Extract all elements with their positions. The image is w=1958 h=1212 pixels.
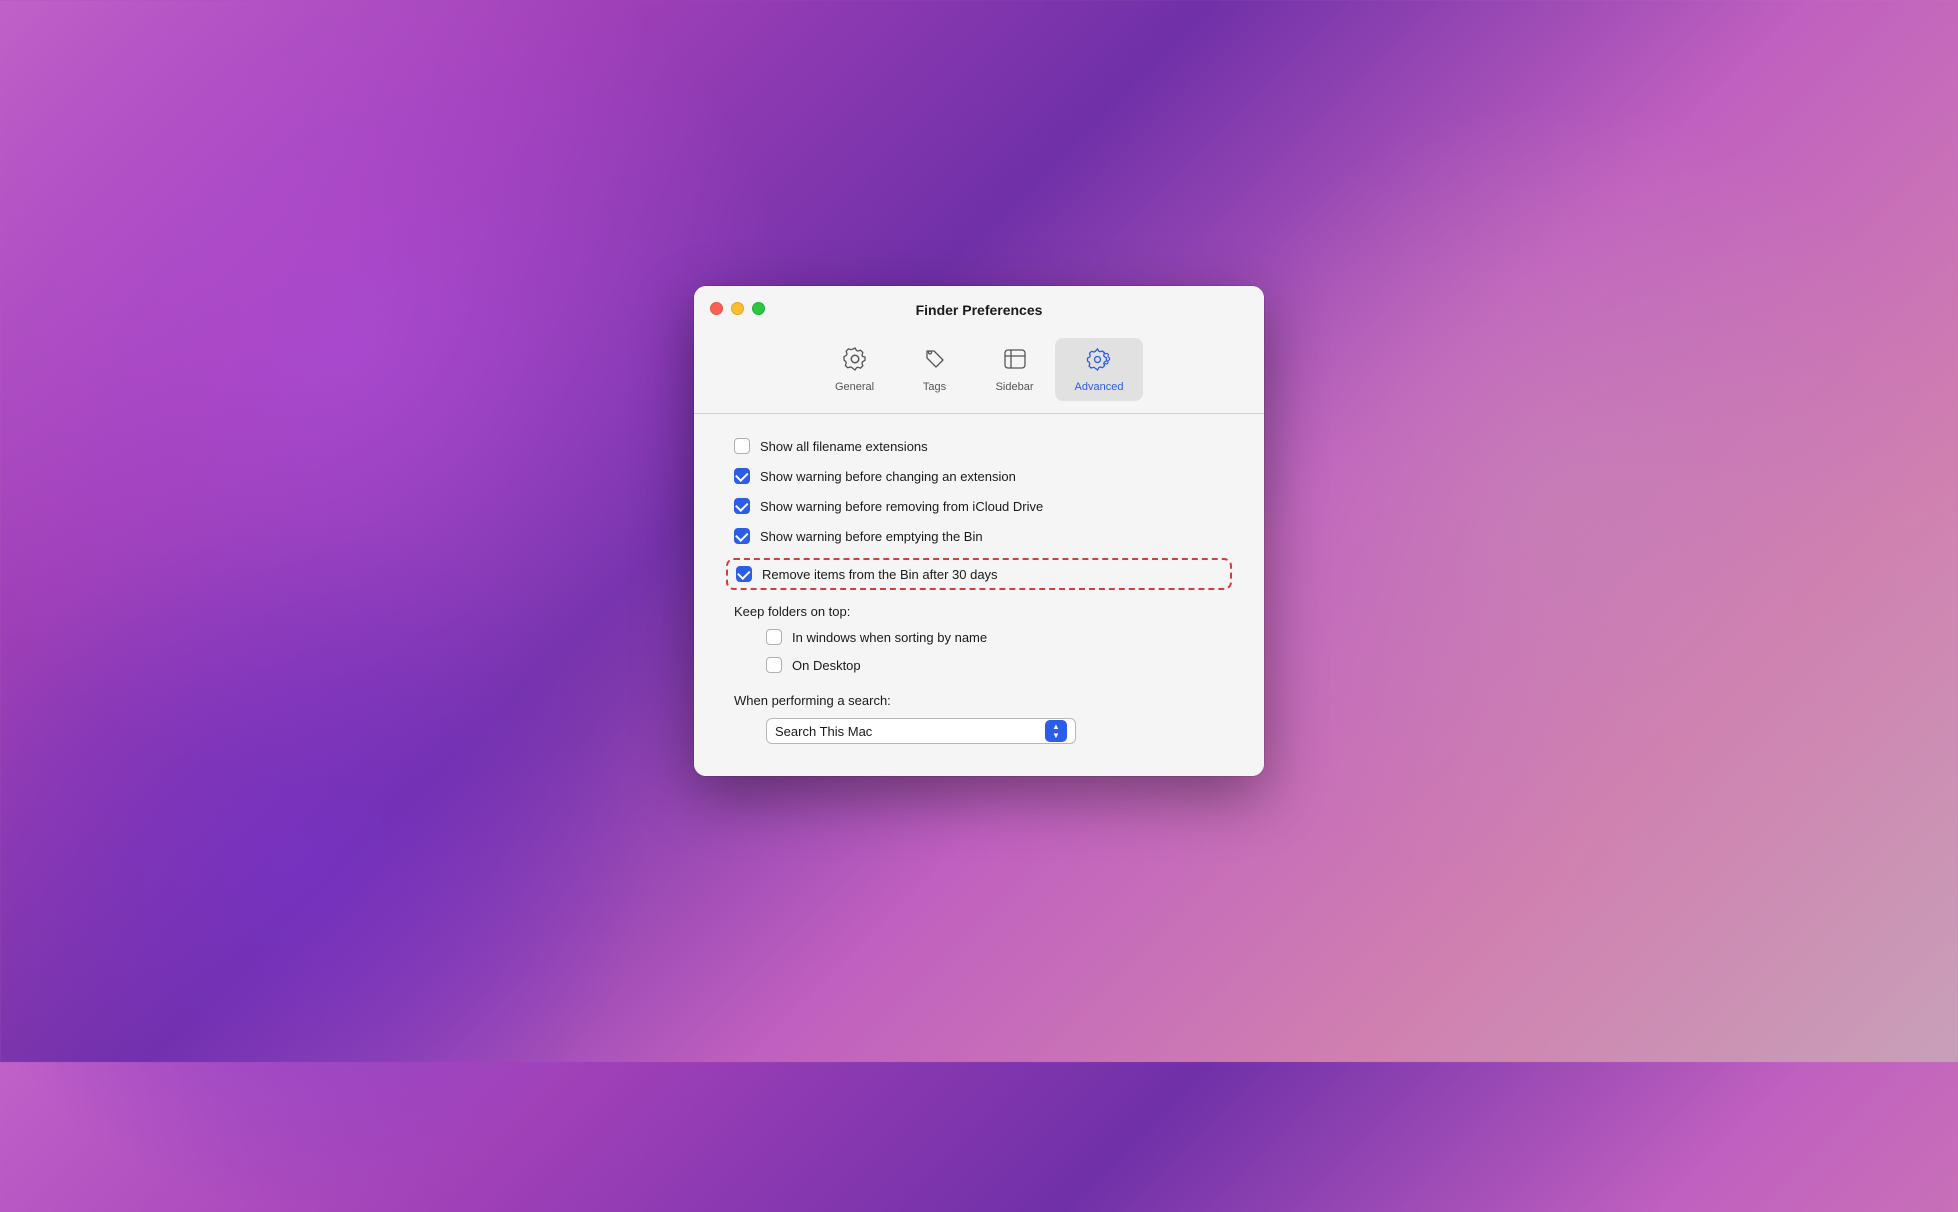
tab-tags[interactable]: Tags [895,338,975,401]
checkbox-row-warn-extension: Show warning before changing an extensio… [734,468,1224,484]
checkbox-warn-extension[interactable] [734,468,750,484]
arrow-down-icon: ▼ [1052,732,1060,740]
label-warn-extension: Show warning before changing an extensio… [760,469,1016,484]
title-bar: Finder Preferences [694,286,1264,330]
tab-tags-label: Tags [923,381,946,393]
label-show-extensions: Show all filename extensions [760,439,928,454]
keep-folders-label: Keep folders on top: [734,604,1224,619]
search-section: When performing a search: Search This Ma… [734,693,1224,744]
tab-sidebar[interactable]: Sidebar [975,338,1055,401]
sidebar-icon [1002,346,1028,377]
window-title: Finder Preferences [710,302,1248,330]
checkbox-row-warn-icloud: Show warning before removing from iCloud… [734,498,1224,514]
label-on-desktop: On Desktop [792,658,861,673]
tab-general-label: General [835,381,874,393]
tab-advanced[interactable]: Advanced [1055,338,1144,401]
traffic-lights [710,302,765,315]
checkbox-row-windows-sort: In windows when sorting by name [766,629,1224,645]
checkbox-windows-sort[interactable] [766,629,782,645]
checkbox-remove-bin[interactable] [736,566,752,582]
advanced-icon [1086,346,1112,377]
search-select-value: Search This Mac [775,724,872,739]
label-warn-bin: Show warning before emptying the Bin [760,529,983,544]
content-area: Show all filename extensions Show warnin… [694,414,1264,776]
checkbox-warn-bin[interactable] [734,528,750,544]
finder-preferences-window: Finder Preferences General Tags [694,286,1264,776]
checkbox-on-desktop[interactable] [766,657,782,673]
select-arrows-icon: ▲ ▼ [1045,720,1067,742]
toolbar: General Tags Sidebar [694,330,1264,401]
tab-sidebar-label: Sidebar [996,381,1034,393]
search-section-label: When performing a search: [734,693,1224,708]
checkbox-row-on-desktop: On Desktop [766,657,1224,673]
maximize-button[interactable] [752,302,765,315]
label-warn-icloud: Show warning before removing from iCloud… [760,499,1043,514]
checkbox-row-warn-bin: Show warning before emptying the Bin [734,528,1224,544]
sub-options: In windows when sorting by name On Deskt… [766,629,1224,673]
tab-general[interactable]: General [815,338,895,401]
label-windows-sort: In windows when sorting by name [792,630,987,645]
search-select[interactable]: Search This Mac ▲ ▼ [766,718,1076,744]
tab-advanced-label: Advanced [1075,381,1124,393]
minimize-button[interactable] [731,302,744,315]
checkbox-show-extensions[interactable] [734,438,750,454]
general-icon [842,346,868,377]
label-remove-bin: Remove items from the Bin after 30 days [762,567,998,582]
close-button[interactable] [710,302,723,315]
search-select-wrapper: Search This Mac ▲ ▼ [766,718,1076,744]
checkbox-row-remove-bin: Remove items from the Bin after 30 days [726,558,1232,590]
arrow-up-icon: ▲ [1052,723,1060,731]
checkbox-warn-icloud[interactable] [734,498,750,514]
checkbox-row-show-extensions: Show all filename extensions [734,438,1224,454]
tags-icon [922,346,948,377]
